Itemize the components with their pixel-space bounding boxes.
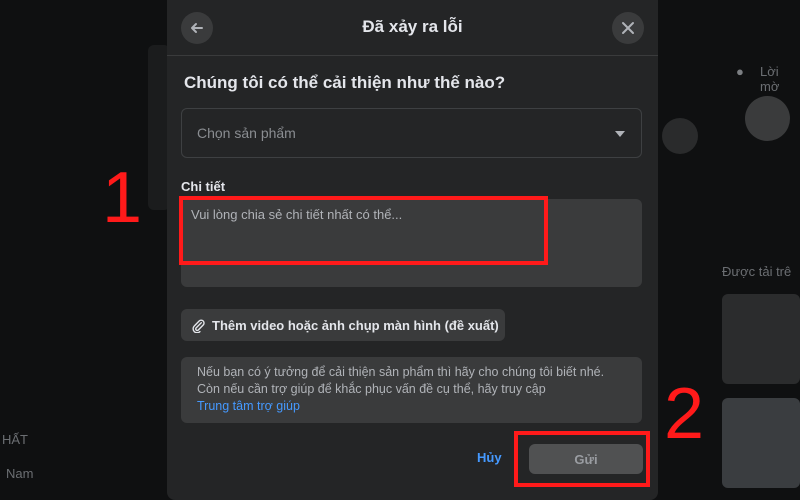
details-label: Chi tiết (181, 179, 226, 194)
background-arrow-button (662, 118, 698, 154)
background-text: Được tải trê (722, 264, 792, 279)
highlight-box-details (179, 196, 548, 265)
cancel-button[interactable]: Hủy (477, 450, 502, 465)
background-avatar (745, 96, 790, 141)
product-select-placeholder: Chọn sản phẩm (197, 125, 296, 141)
attach-media-button[interactable]: Thêm video hoặc ảnh chụp màn hình (đề xu… (181, 309, 505, 341)
step-number-2: 2 (664, 374, 705, 454)
attach-media-label: Thêm video hoặc ảnh chụp màn hình (đề xu… (212, 317, 499, 333)
dialog-header: Đã xảy ra lỗi (167, 0, 658, 56)
step-number-1: 1 (102, 158, 143, 238)
dialog-question: Chúng tôi có thể cải thiện như thế nào? (184, 73, 506, 92)
paperclip-icon (192, 318, 205, 333)
info-notice: Nếu bạn có ý tưởng để cải thiện sản phẩm… (181, 357, 642, 423)
close-icon (622, 22, 634, 34)
highlight-box-send (514, 431, 650, 487)
info-text: Nếu bạn có ý tưởng để cải thiện sản phẩm… (197, 365, 605, 396)
dialog-title: Đã xảy ra lỗi (362, 17, 463, 36)
background-thumbnail (722, 398, 800, 488)
close-button[interactable] (612, 12, 644, 44)
background-text: Nam (6, 466, 34, 481)
background-thumbnail (722, 294, 800, 384)
product-select[interactable]: Chọn sản phẩm (181, 108, 642, 158)
caret-down-icon (615, 131, 625, 137)
background-text: Lời mờ (760, 64, 780, 94)
background-text: HẤT (2, 432, 28, 447)
help-center-link[interactable]: Trung tâm trợ giúp (197, 399, 300, 413)
background-people-icon: ● (736, 64, 744, 79)
